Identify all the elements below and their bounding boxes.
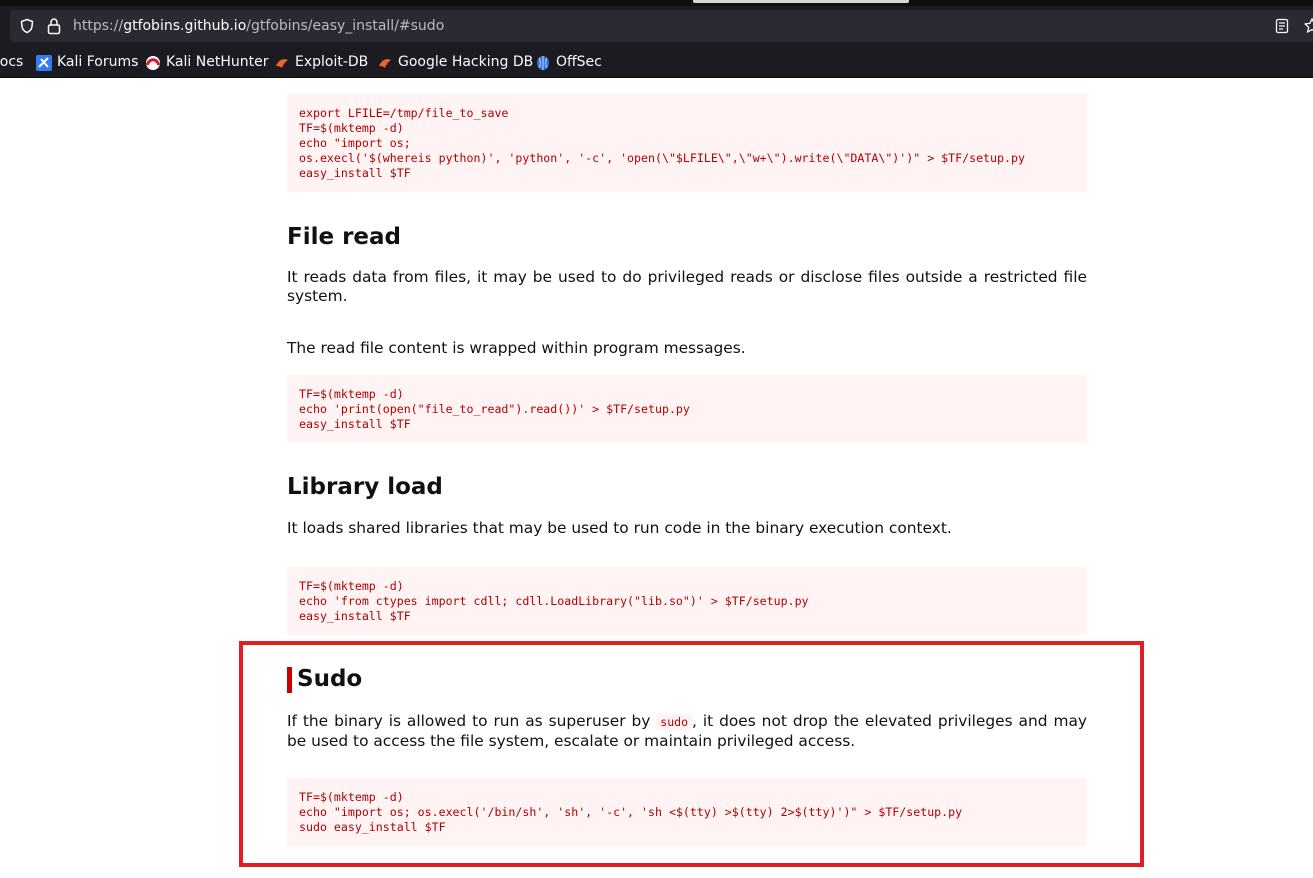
bookmark-label: Google Hacking DB [398,54,534,70]
file-write-code-block[interactable]: export LFILE=/tmp/file_to_save TF=$(mkte… [287,94,1087,192]
kali-forums-icon [36,55,52,71]
file-read-code-block[interactable]: TF=$(mktemp -d) echo 'print(open("file_t… [287,375,1087,443]
reader-view-icon[interactable] [1275,18,1289,34]
library-load-description: It loads shared libraries that may be us… [287,519,952,537]
bookmarks-toolbar: Docs Kali Forums Kali NetHunter Exploit-… [0,48,1313,76]
bookmark-label: Exploit-DB [295,54,369,70]
url-host: gtfobins.github.io [123,18,247,34]
library-load-heading: Library load [287,474,443,500]
url-text[interactable]: https://gtfobins.github.io/gtfobins/easy… [73,10,444,42]
bookmark-star-icon[interactable] [1303,17,1313,35]
file-read-heading: File read [287,224,402,250]
address-bar[interactable]: https://gtfobins.github.io/gtfobins/easy… [10,10,1313,42]
lock-icon[interactable] [46,17,62,35]
url-path: /gtfobins/easy_install/#sudo [246,18,445,34]
active-tab[interactable] [693,0,909,3]
shield-icon[interactable] [19,18,35,34]
url-scheme: https:// [73,18,124,34]
google-hacking-db-icon [379,59,391,68]
page-content: export LFILE=/tmp/file_to_save TF=$(mkte… [0,78,1313,878]
offsec-icon [537,56,549,70]
bookmark-label: OffSec [556,54,602,70]
sudo-heading-accent [287,667,292,693]
sudo-description-start: If the binary is allowed to run as super… [287,712,657,730]
bookmark-label: Kali NetHunter [166,54,269,70]
exploit-db-icon [276,59,288,68]
browser-chrome: https://gtfobins.github.io/gtfobins/easy… [0,0,1313,78]
bookmark-label: Docs [0,54,24,70]
sudo-heading[interactable]: Sudo [297,664,362,694]
sudo-description: If the binary is allowed to run as super… [287,712,1087,751]
file-read-description: It reads data from files, it may be used… [287,268,1087,305]
tab-strip [0,0,1313,6]
library-load-code-block[interactable]: TF=$(mktemp -d) echo 'from ctypes import… [287,567,1087,635]
file-read-note: The read file content is wrapped within … [287,339,746,357]
sudo-inline-code: sudo [656,714,692,730]
bookmark-label: Kali Forums [57,54,139,70]
kali-nethunter-icon [145,56,161,70]
sudo-code-block[interactable]: TF=$(mktemp -d) echo "import os; os.exec… [287,778,1087,846]
